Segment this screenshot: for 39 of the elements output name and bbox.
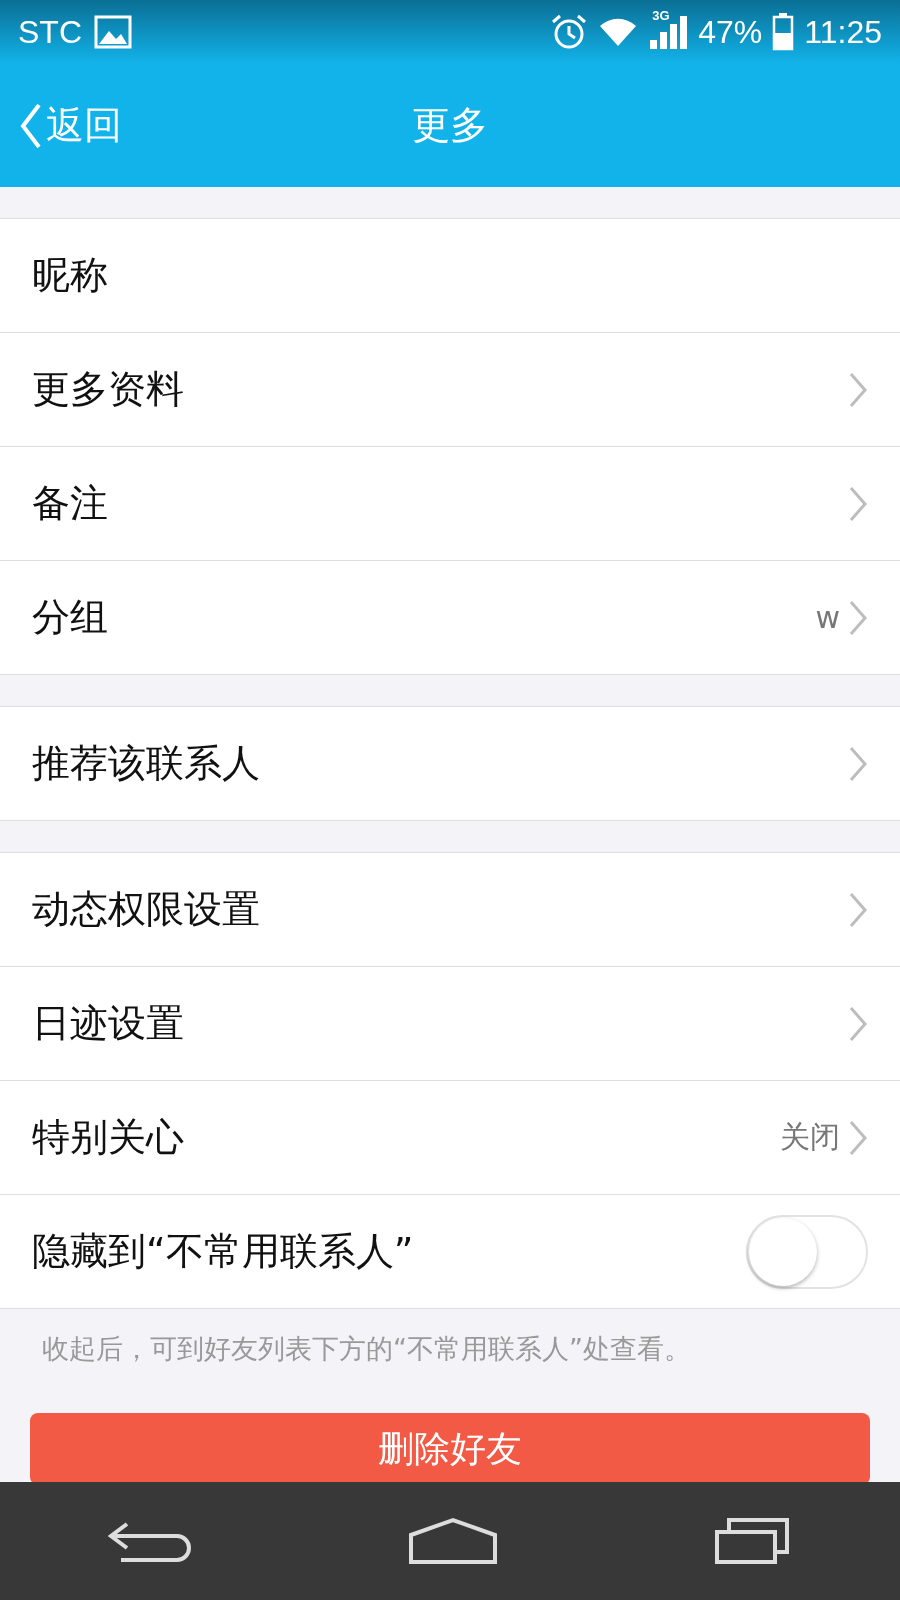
settings-row[interactable]: 动态权限设置	[0, 853, 900, 967]
wifi-icon	[598, 16, 639, 48]
chevron-icon	[848, 1005, 868, 1042]
settings-row[interactable]: 推荐该联系人	[0, 707, 900, 821]
settings-row[interactable]: 日迹设置	[0, 967, 900, 1081]
row-label: 特别关心	[32, 1114, 184, 1161]
battery-icon	[772, 13, 795, 51]
chevron-icon	[848, 485, 868, 522]
row-label: 隐藏到“不常用联系人”	[32, 1228, 414, 1275]
row-label: 动态权限设置	[32, 886, 260, 933]
row-value: w	[815, 600, 840, 635]
settings-row[interactable]: 备注	[0, 447, 900, 561]
row-label: 更多资料	[32, 366, 184, 413]
home-icon[interactable]	[407, 1517, 499, 1565]
alarm-icon	[550, 13, 589, 51]
carrier-name: STC	[18, 13, 82, 51]
network-type: 3G	[652, 8, 670, 23]
row-value: 关闭	[780, 1118, 840, 1156]
clock-time: 11:25	[804, 13, 882, 51]
chevron-icon	[848, 371, 868, 408]
back-icon	[20, 102, 42, 149]
battery-percent: 47%	[698, 13, 763, 51]
chevron-icon	[848, 891, 868, 928]
chevron-icon	[848, 599, 868, 636]
row-label: 分组	[32, 594, 108, 641]
settings-row[interactable]: 特别关心 关闭	[0, 1081, 900, 1195]
row-label: 日迹设置	[32, 1000, 184, 1047]
image-icon	[94, 15, 132, 49]
settings-row[interactable]: 昵称	[0, 219, 900, 333]
hint-text: 收起后，可到好友列表下方的“不常用联系人”处查看。	[41, 1332, 692, 1366]
settings-row[interactable]: 分组 w	[0, 561, 900, 675]
settings-row[interactable]: 更多资料	[0, 333, 900, 447]
page-title: 更多	[412, 103, 488, 147]
chevron-icon	[848, 1119, 868, 1156]
row-label: 备注	[32, 480, 108, 527]
chevron-icon	[848, 745, 868, 782]
row-label: 推荐该联系人	[32, 740, 260, 787]
row-label: 昵称	[32, 252, 108, 299]
settings-row[interactable]: 隐藏到“不常用联系人”	[0, 1195, 900, 1309]
